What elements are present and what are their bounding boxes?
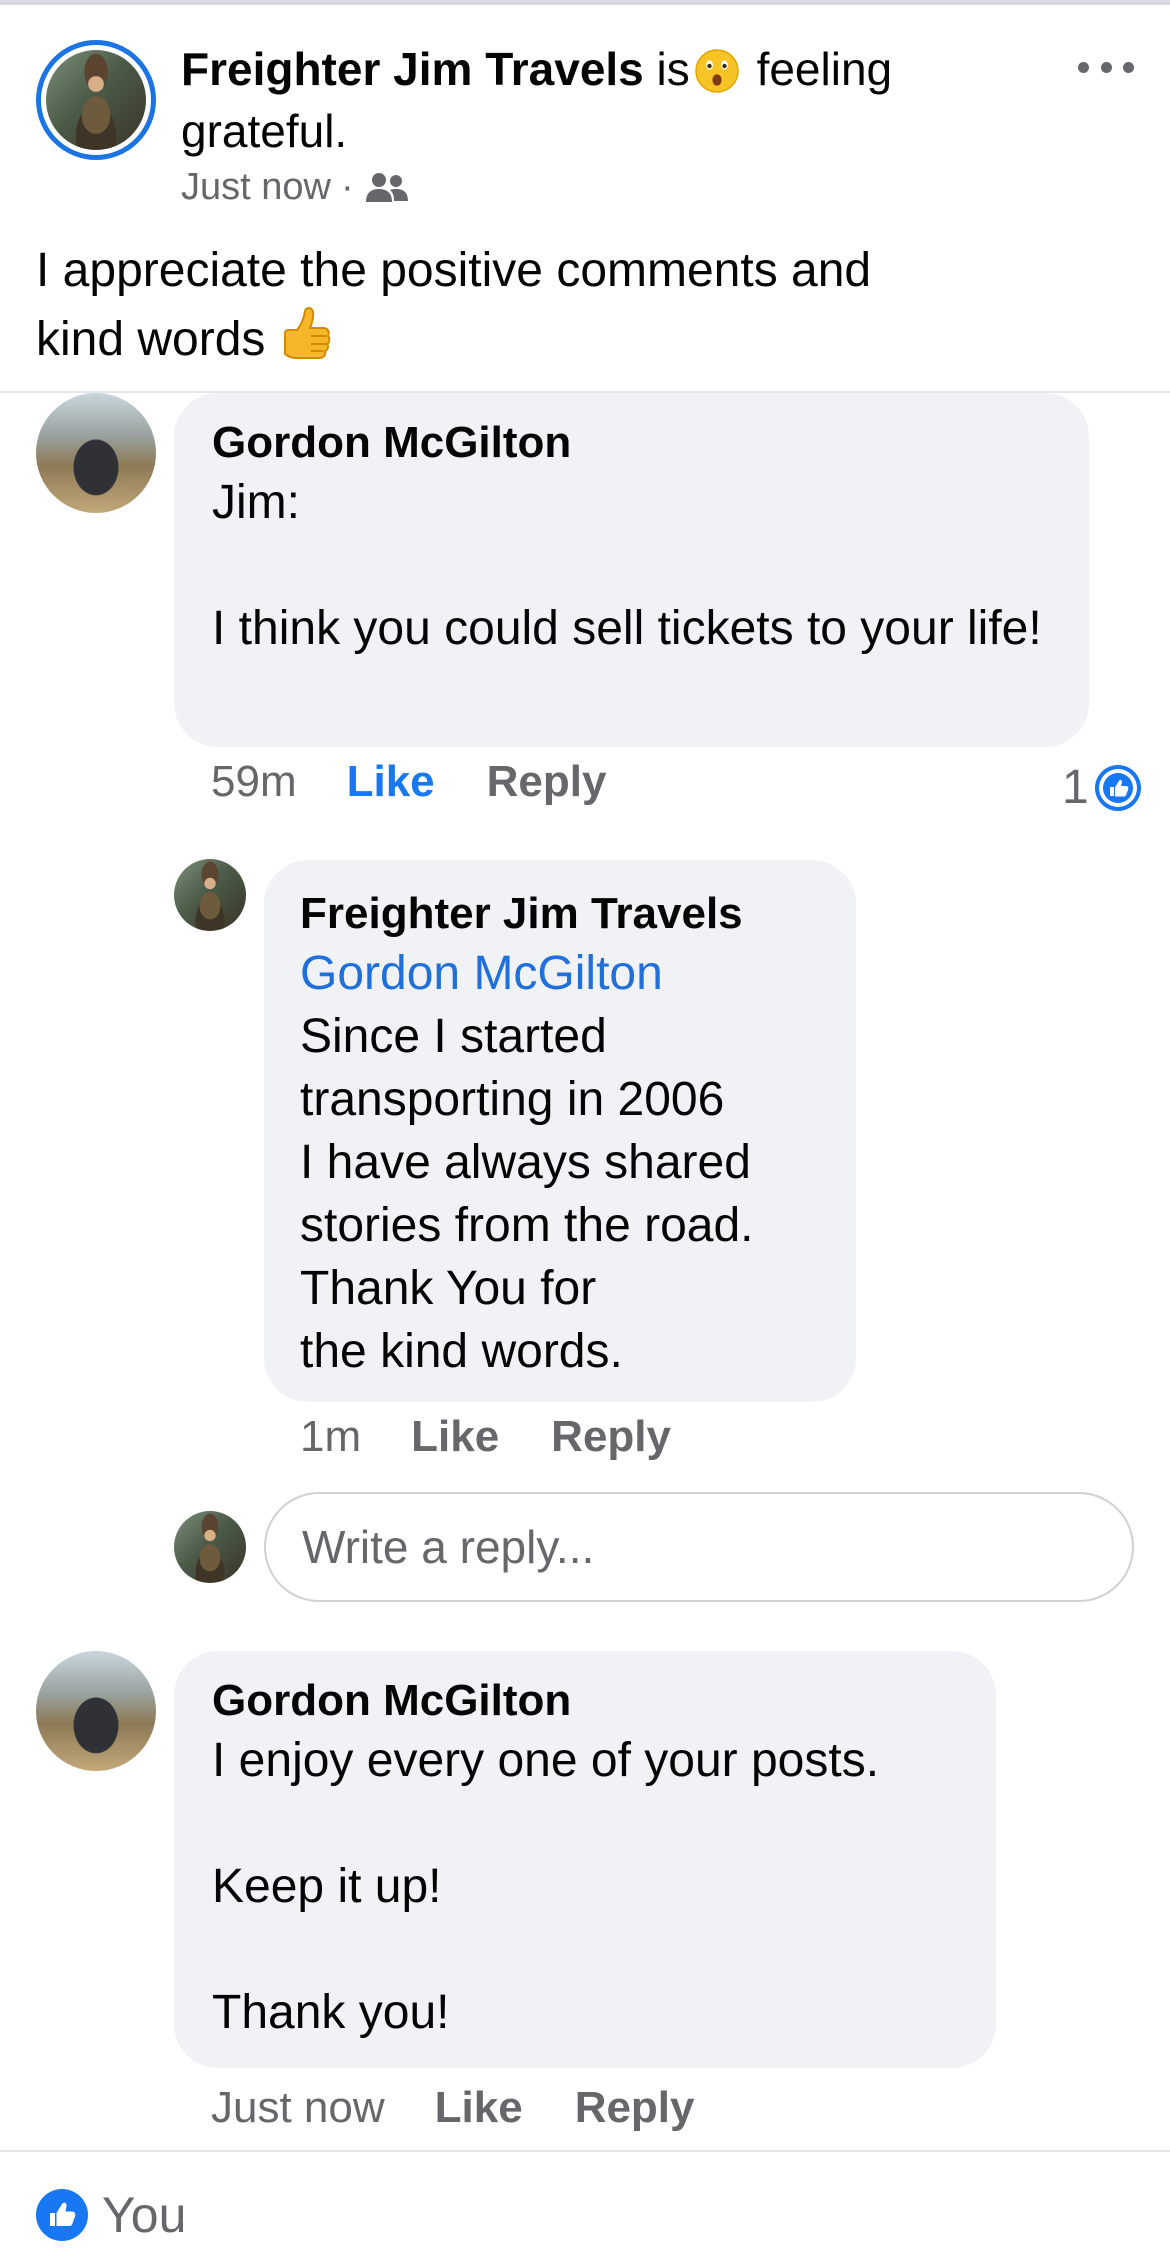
post-timestamp[interactable]: Just now: [181, 166, 331, 209]
comment-text: Jim: I think you could sell tickets to y…: [212, 476, 1042, 655]
commenter-avatar[interactable]: [36, 1651, 156, 1771]
post-author-name[interactable]: Freighter Jim Travels: [181, 43, 644, 95]
reply-actions: 1m Like Reply: [300, 1412, 671, 1462]
surprised-face-emoji: [695, 49, 739, 93]
comment-time[interactable]: 59m: [211, 757, 297, 807]
like-button[interactable]: Like: [347, 757, 435, 807]
comment-author[interactable]: Gordon McGilton: [212, 415, 1053, 471]
reply-button[interactable]: Reply: [551, 1412, 671, 1462]
reply-author-avatar[interactable]: [174, 859, 246, 931]
activity-prefix: is: [656, 43, 690, 95]
like-button[interactable]: Like: [435, 2083, 523, 2133]
reply-text: Since I started transporting in 2006 I h…: [300, 1010, 754, 1378]
write-reply-input[interactable]: Write a reply...: [264, 1492, 1134, 1602]
like-reaction-icon: [1094, 764, 1141, 811]
comment-bubble: Gordon McGilton Jim: I think you could s…: [174, 393, 1089, 747]
write-reply-placeholder: Write a reply...: [302, 1521, 595, 1573]
meta-separator: ·: [340, 166, 354, 208]
current-user-avatar: [174, 1511, 246, 1583]
reactions-label: You: [102, 2187, 187, 2243]
comment-actions: 59m Like Reply: [211, 757, 606, 807]
comment-actions: Just now Like Reply: [211, 2083, 695, 2133]
post-author-avatar[interactable]: [46, 50, 146, 150]
post-body: I appreciate the positive comments and k…: [36, 238, 936, 372]
like-reaction-icon: [36, 2189, 88, 2241]
reply-time[interactable]: 1m: [300, 1412, 361, 1462]
reactions-summary[interactable]: You: [36, 2186, 186, 2244]
post-header-text: Freighter Jim Travels is feeling gratefu…: [181, 38, 1021, 162]
commenter-avatar[interactable]: [36, 393, 156, 513]
comment-text: I enjoy every one of your posts. Keep it…: [212, 1734, 880, 2039]
friends-icon[interactable]: [364, 170, 410, 206]
top-divider: [0, 0, 1170, 5]
post-meta: Just now ·: [181, 166, 410, 209]
more-options-icon[interactable]: [1078, 52, 1134, 82]
reaction-count-number: 1: [1062, 761, 1089, 814]
comment-author[interactable]: Gordon McGilton: [212, 1673, 960, 1729]
comment-bubble: Gordon McGilton I enjoy every one of you…: [174, 1651, 996, 2068]
reaction-count[interactable]: 1: [1062, 760, 1141, 815]
comment-time[interactable]: Just now: [211, 2083, 385, 2133]
reply-button[interactable]: Reply: [487, 757, 607, 807]
reply-bubble: Freighter Jim Travels Gordon McGilton Si…: [264, 860, 856, 1402]
post-body-text: I appreciate the positive comments and k…: [36, 244, 872, 366]
reply-author[interactable]: Freighter Jim Travels: [300, 886, 826, 942]
like-button[interactable]: Like: [411, 1412, 499, 1462]
reactions-divider: [0, 2150, 1170, 2152]
reply-mention[interactable]: Gordon McGilton: [300, 942, 826, 1005]
reply-button[interactable]: Reply: [575, 2083, 695, 2133]
thumbs-up-emoji: [284, 307, 331, 359]
